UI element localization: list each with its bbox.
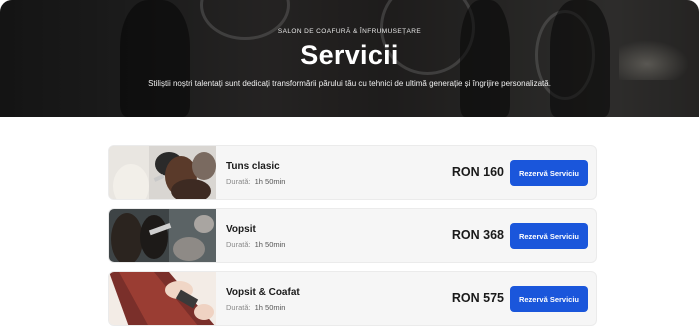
service-card-vopsit: Vopsit Durată: 1h 50min RON 368 Rezervă S… <box>108 208 597 263</box>
service-name: Vopsit <box>226 224 256 235</box>
page: SALON DE COAFURĂ & ÎNFRUMUSEȚARE Servici… <box>0 0 699 336</box>
service-price: RON 575 <box>451 291 504 305</box>
service-name: Tuns clasic <box>226 161 280 172</box>
service-duration: Durată: 1h 50min <box>226 303 286 312</box>
service-card-tuns-clasic: Tuns clasic Durată: 1h 50min RON 160 Reze… <box>108 145 597 200</box>
hero-banner: SALON DE COAFURĂ & ÎNFRUMUSEȚARE Servici… <box>0 0 699 117</box>
hair-coloring-photo <box>109 209 216 262</box>
services-list: Tuns clasic Durată: 1h 50min RON 160 Reze… <box>108 145 597 334</box>
page-title: Servicii <box>300 40 399 70</box>
book-service-button[interactable]: Rezervă Serviciu <box>510 160 588 186</box>
hair-styling-photo <box>109 272 216 325</box>
service-price: RON 368 <box>451 228 504 242</box>
service-name: Vopsit & Coafat <box>226 287 300 298</box>
service-card-vopsit-coafat: Vopsit & Coafat Durată: 1h 50min RON 575 … <box>108 271 597 326</box>
hero-eyebrow: SALON DE COAFURĂ & ÎNFRUMUSEȚARE <box>277 28 422 35</box>
service-price: RON 160 <box>451 165 504 179</box>
service-duration: Durată: 1h 50min <box>226 177 286 186</box>
book-service-button[interactable]: Rezervă Serviciu <box>510 286 588 312</box>
haircut-photo <box>109 146 216 199</box>
hero-subtitle: Stiliștii noștri talentați sunt dedicați… <box>148 79 551 88</box>
book-service-button[interactable]: Rezervă Serviciu <box>510 223 588 249</box>
service-duration: Durată: 1h 50min <box>226 240 286 249</box>
